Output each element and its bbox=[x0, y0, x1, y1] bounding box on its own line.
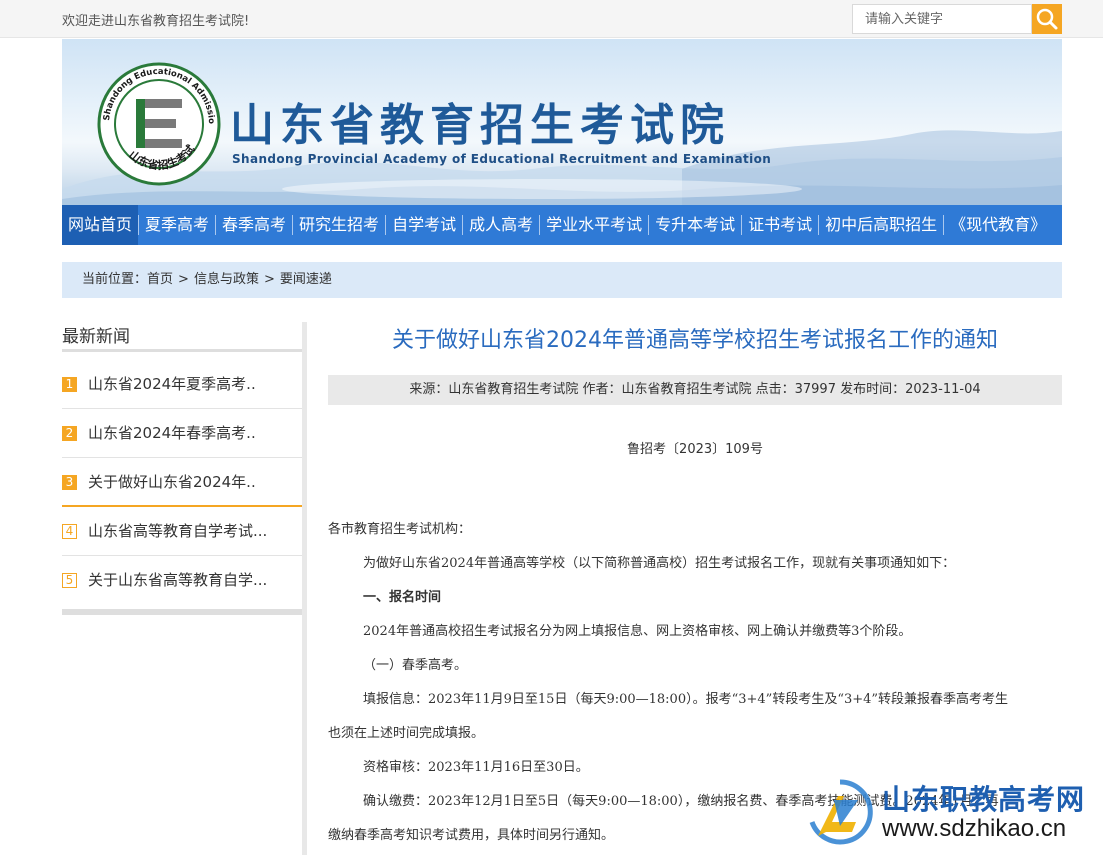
top-bar: 欢迎走进山东省教育招生考试院! bbox=[0, 0, 1103, 38]
watermark-title: 山东职教高考网 bbox=[882, 783, 1086, 816]
watermark-logo-icon bbox=[809, 779, 873, 845]
article-title: 关于做好山东省2024年普通高等学校招生考试报名工作的通知 bbox=[392, 328, 998, 353]
sidebar-news-item[interactable]: 5 关于山东省高等教育自学... bbox=[62, 556, 302, 605]
nav-item-certificate-exam[interactable]: 证书考试 bbox=[742, 205, 818, 245]
article-meta: 来源：山东省教育招生考试院 作者：山东省教育招生考试院 点击：37997 发布时… bbox=[328, 375, 1062, 405]
news-rank-badge: 1 bbox=[62, 377, 77, 392]
news-rank-badge: 5 bbox=[62, 573, 77, 588]
search-input[interactable] bbox=[852, 4, 1032, 34]
sidebar-title: 最新新闻 bbox=[62, 327, 130, 347]
news-rank-badge: 3 bbox=[62, 475, 77, 490]
nav-item-graduate-exam[interactable]: 研究生招考 bbox=[293, 205, 385, 245]
news-item-label: 关于做好山东省2024年.. bbox=[88, 473, 256, 491]
news-rank-badge: 2 bbox=[62, 426, 77, 441]
sidebar-news-item[interactable]: 4 山东省高等教育自学考试... bbox=[62, 507, 302, 556]
site-title: 山东省教育招生考试院 bbox=[230, 100, 730, 151]
news-rank-badge: 4 bbox=[62, 524, 77, 539]
breadcrumb-prefix: 当前位置： bbox=[82, 272, 148, 287]
news-item-label: 山东省2024年春季高考.. bbox=[88, 424, 256, 442]
sidebar-bottom-bar bbox=[62, 609, 302, 615]
nav-item-vocational-enrollment[interactable]: 初中后高职招生 bbox=[819, 205, 943, 245]
search-button[interactable] bbox=[1032, 4, 1062, 34]
nav-item-proficiency-test[interactable]: 学业水平考试 bbox=[540, 205, 648, 245]
news-item-label: 山东省2024年夏季高考.. bbox=[88, 375, 256, 393]
sidebar-news-item[interactable]: 2 山东省2024年春季高考.. bbox=[62, 409, 302, 458]
nav-item-self-study[interactable]: 自学考试 bbox=[386, 205, 462, 245]
sidebar-news-item-current[interactable]: 3 关于做好山东省2024年.. bbox=[62, 458, 302, 507]
sidebar-news-item[interactable]: 1 山东省2024年夏季高考.. bbox=[62, 360, 302, 409]
academy-logo: Shandong Educational Admission & Examina… bbox=[96, 61, 221, 186]
site-subtitle: Shandong Provincial Academy of Education… bbox=[232, 152, 772, 166]
document-number: 鲁招考〔2023〕109号 bbox=[627, 442, 763, 457]
article-paragraph: 为做好山东省2024年普通高等学校（以下简称普通高校）招生考试报名工作，现就有关… bbox=[363, 556, 956, 571]
breadcrumb-policy[interactable]: 信息与政策 bbox=[194, 272, 259, 287]
watermark-url: www.sdzhikao.cn bbox=[882, 815, 1067, 842]
column-divider bbox=[302, 322, 307, 855]
nav-item-adult-exam[interactable]: 成人高考 bbox=[463, 205, 539, 245]
nav-item-home[interactable]: 网站首页 bbox=[62, 205, 139, 245]
article-paragraph: 也须在上述时间完成填报。 bbox=[328, 726, 485, 741]
breadcrumb-news[interactable]: 要闻速递 bbox=[280, 272, 332, 287]
search-box bbox=[852, 4, 1062, 34]
nav-item-spring-exam[interactable]: 春季高考 bbox=[216, 205, 292, 245]
article-paragraph: （一）春季高考。 bbox=[363, 658, 468, 673]
main-nav: 网站首页 夏季高考 春季高考 研究生招考 自学考试 成人高考 学业水平考试 专升… bbox=[62, 205, 1062, 245]
news-item-label: 关于山东省高等教育自学... bbox=[88, 571, 268, 589]
article-paragraph: 2024年普通高校招生考试报名分为网上填报信息、网上资格审核、网上确认并缴费等3… bbox=[363, 624, 912, 639]
article-paragraph: 各市教育招生考试机构： bbox=[328, 522, 472, 537]
section-heading: 一、报名时间 bbox=[363, 590, 442, 605]
breadcrumb: 当前位置：首页 > 信息与政策 > 要闻速递 bbox=[62, 262, 1062, 298]
search-icon bbox=[1036, 8, 1058, 30]
nav-item-modern-education[interactable]: 《现代教育》 bbox=[944, 205, 1052, 245]
header-banner: Shandong Educational Admission & Examina… bbox=[62, 39, 1062, 205]
nav-item-upgrade-exam[interactable]: 专升本考试 bbox=[649, 205, 741, 245]
breadcrumb-home[interactable]: 首页 bbox=[147, 272, 173, 287]
site-watermark: 山东职教高考网 www.sdzhikao.cn bbox=[800, 770, 1103, 855]
news-item-label: 山东省高等教育自学考试... bbox=[88, 522, 268, 540]
sidebar-latest-news: 最新新闻 1 山东省2024年夏季高考.. 2 山东省2024年春季高考.. 3… bbox=[62, 322, 302, 615]
breadcrumb-separator: > bbox=[178, 272, 189, 287]
breadcrumb-separator: > bbox=[263, 272, 275, 287]
nav-item-summer-exam[interactable]: 夏季高考 bbox=[139, 205, 215, 245]
article-paragraph: 填报信息：2023年11月9日至15日（每天9:00—18:00）。报考“3+4… bbox=[363, 692, 1009, 707]
welcome-text: 欢迎走进山东省教育招生考试院! bbox=[62, 14, 250, 29]
